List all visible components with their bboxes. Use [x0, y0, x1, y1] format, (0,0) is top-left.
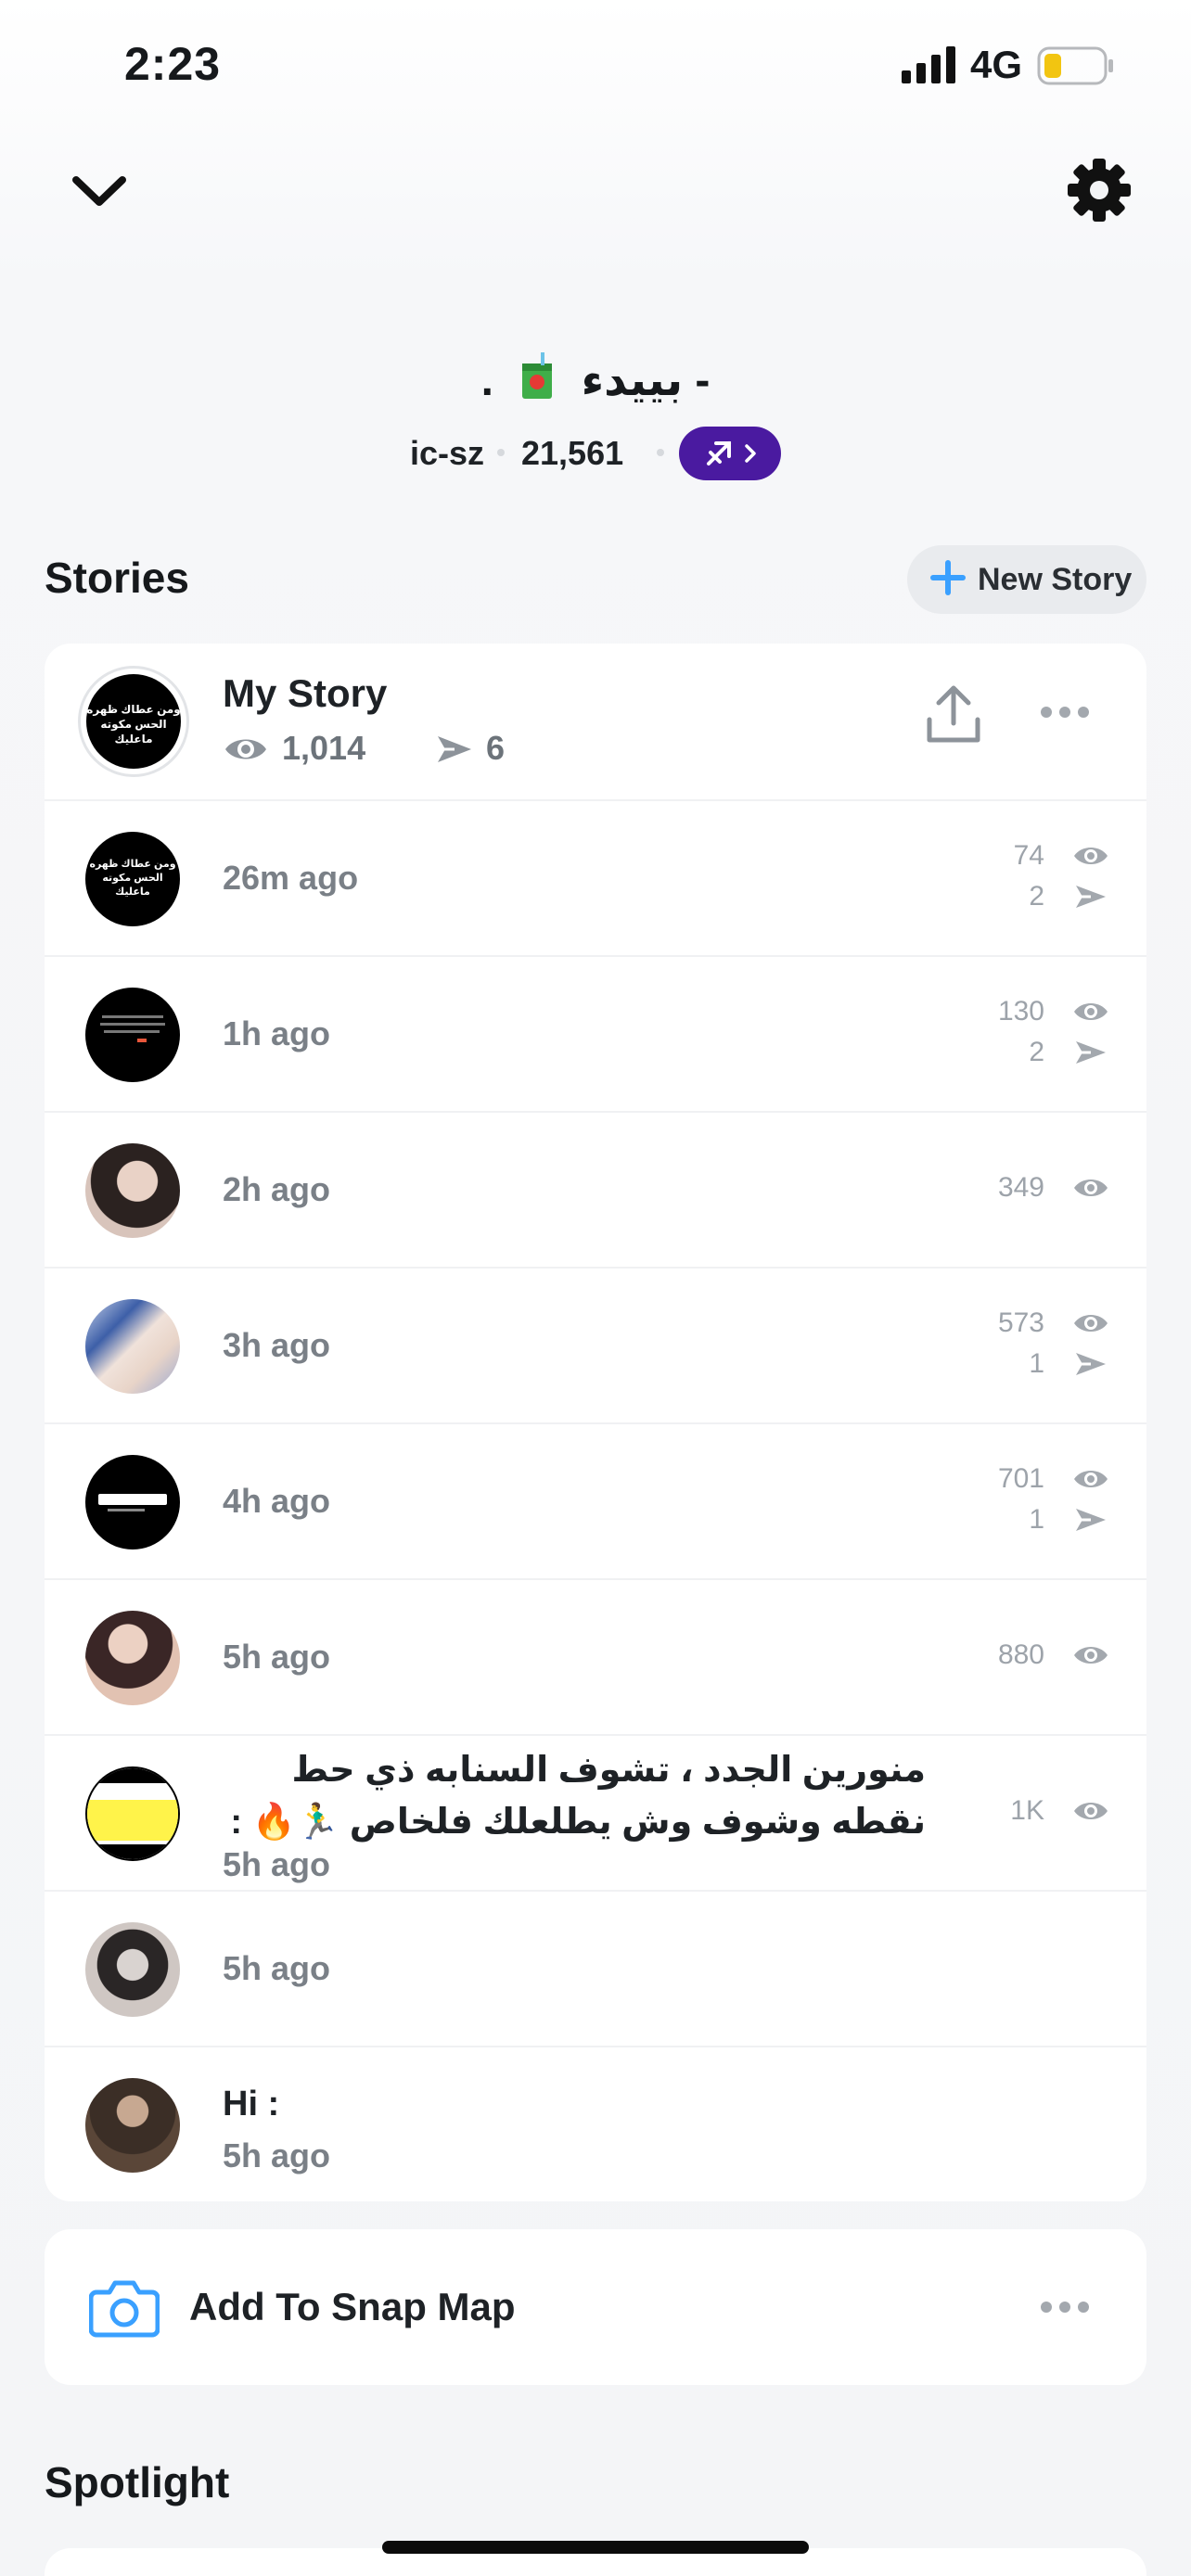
profile-screen: 2:23 4G - بييدء . ic-sz 21,561 Stories N… — [0, 0, 1191, 2576]
snap-score: 21,561 — [521, 434, 624, 472]
username: ic-sz — [410, 434, 485, 472]
story-time: 26m ago — [223, 859, 359, 897]
story-time: 5h ago — [223, 1949, 331, 1987]
my-story-views: 1,014 — [282, 729, 366, 767]
story-caption-line1: منورين الجدد ، تشوف السنابه ذي حط — [291, 1751, 926, 1790]
story-views: 130 — [997, 996, 1044, 1027]
eye-icon — [1074, 848, 1108, 864]
spotlight-title: Spotlight — [45, 2458, 230, 2506]
story-time: 1h ago — [223, 1014, 331, 1052]
story-thumbnail — [85, 988, 180, 1082]
story-views: 701 — [997, 1463, 1044, 1494]
story-thumbnail — [85, 2078, 180, 2173]
display-name: - بييدء . — [0, 352, 1191, 406]
story-row[interactable]: 1h ago 130 2 — [45, 955, 1146, 1111]
my-story-row[interactable]: ومن عطاك ظهره الحس مكوته ماعليك My Story… — [45, 644, 1146, 799]
status-time: 2:23 — [124, 38, 222, 90]
story-time: 4h ago — [223, 1482, 331, 1520]
more-icon[interactable] — [1039, 701, 1091, 723]
display-name-post: . — [480, 356, 493, 405]
story-views: 880 — [997, 1639, 1044, 1670]
story-row[interactable]: 2h ago 349 — [45, 1111, 1146, 1267]
story-time: 5h ago — [223, 1845, 331, 1883]
story-thumbnail — [85, 1611, 180, 1705]
my-story-shares: 6 — [486, 729, 506, 767]
snap-map-card[interactable]: Add To Snap Map — [45, 2229, 1146, 2385]
story-row[interactable]: 5h ago — [45, 1890, 1146, 2046]
zodiac-badge[interactable] — [679, 427, 781, 480]
story-thumbnail-text: ومن عطاك ظهره الحس مكوته ماعليك — [89, 859, 176, 898]
chevron-down-icon[interactable] — [69, 159, 130, 221]
top-nav — [0, 139, 1191, 241]
signal-icon — [902, 46, 955, 83]
story-row[interactable]: منورين الجدد ، تشوف السنابه ذي حط نقطه و… — [45, 1734, 1146, 1890]
story-thumbnail-text: ومن عطاك ظهره الحس مكوته ماعليك — [86, 674, 181, 769]
sagittarius-icon — [707, 441, 731, 465]
more-icon[interactable] — [1039, 2296, 1091, 2318]
share-arrow-icon — [1076, 1509, 1106, 1531]
home-indicator — [382, 2541, 809, 2554]
story-row[interactable]: 3h ago 573 1 — [45, 1267, 1146, 1422]
battery-icon — [1037, 46, 1113, 85]
status-bar: 2:23 4G — [0, 0, 1191, 130]
separator-dot — [657, 449, 664, 456]
share-arrow-icon — [1076, 1353, 1106, 1375]
gear-icon[interactable] — [1067, 158, 1132, 223]
profile-header: - بييدء . — [0, 352, 1191, 406]
story-time: 3h ago — [223, 1326, 331, 1364]
my-story-avatar[interactable]: ومن عطاك ظهره الحس مكوته ماعليك — [78, 666, 189, 777]
story-views: 74 — [1013, 840, 1044, 871]
story-shares: 1 — [1029, 1504, 1044, 1535]
eye-icon — [1074, 1003, 1108, 1020]
share-arrow-icon — [1076, 886, 1106, 908]
new-story-button[interactable]: New Story — [907, 545, 1146, 614]
story-thumbnail — [85, 1766, 180, 1861]
eye-icon — [1074, 1647, 1108, 1664]
share-arrow-icon — [1076, 1041, 1106, 1064]
my-story-title: My Story — [223, 671, 388, 715]
story-time: 5h ago — [223, 1638, 331, 1676]
eye-icon — [1074, 1803, 1108, 1819]
story-views: 1K — [1010, 1795, 1044, 1826]
story-time: 2h ago — [223, 1170, 331, 1208]
story-thumbnail — [85, 1455, 180, 1549]
story-thumbnail — [85, 1143, 180, 1238]
stories-card: ومن عطاك ظهره الحس مكوته ماعليك My Story… — [45, 644, 1146, 2201]
story-caption-line2: نقطه وشوف وش يطلعلك فلخاص 🏃‍♂️🔥 : — [230, 1803, 926, 1842]
profile-meta: ic-sz 21,561 — [0, 427, 1191, 482]
eye-icon — [225, 739, 266, 759]
eye-icon — [1074, 1180, 1108, 1196]
eye-icon — [1074, 1315, 1108, 1332]
stories-title: Stories — [45, 554, 189, 602]
eye-icon — [1074, 1471, 1108, 1487]
story-shares: 2 — [1029, 881, 1044, 912]
story-row[interactable]: Hi : 5h ago — [45, 2046, 1146, 2201]
story-shares: 1 — [1029, 1348, 1044, 1379]
new-story-label: New Story — [978, 562, 1133, 597]
story-time: 5h ago — [223, 2136, 331, 2174]
story-row[interactable]: 4h ago 701 1 — [45, 1422, 1146, 1578]
separator-dot — [497, 449, 505, 456]
share-arrow-icon — [438, 736, 471, 762]
network-label: 4G — [970, 43, 1023, 86]
story-thumbnail — [85, 1299, 180, 1394]
story-row[interactable]: ومن عطاك ظهره الحس مكوته ماعليك 26m ago … — [45, 799, 1146, 955]
story-caption: Hi : — [223, 2085, 280, 2123]
story-views: 573 — [997, 1307, 1044, 1338]
display-name-pre: - بييدء — [581, 356, 711, 405]
juice-box-icon — [522, 352, 553, 399]
story-thumbnail: ومن عطاك ظهره الحس مكوته ماعليك — [85, 832, 180, 926]
story-shares: 2 — [1029, 1037, 1044, 1067]
story-views: 349 — [997, 1172, 1044, 1203]
story-thumbnail — [85, 1922, 180, 2017]
story-row[interactable]: 5h ago 880 — [45, 1578, 1146, 1734]
camera-icon — [89, 2280, 160, 2338]
snap-map-label: Add To Snap Map — [189, 2285, 516, 2328]
upload-icon[interactable] — [924, 682, 983, 747]
plus-icon — [930, 560, 966, 595]
chevron-right-icon — [745, 444, 756, 463]
